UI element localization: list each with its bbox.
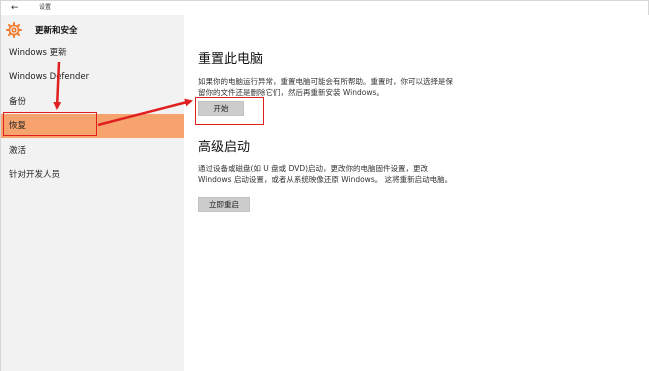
sidebar-item-recovery[interactable]: 恢复 (1, 114, 184, 138)
sidebar-item-activation[interactable]: 激活 (1, 139, 184, 163)
start-button[interactable]: 开始 (198, 101, 244, 116)
back-arrow-icon[interactable]: ← (11, 2, 19, 14)
reset-pc-heading: 重置此电脑 (198, 52, 264, 67)
sidebar-item-windows-update[interactable]: Windows 更新 (1, 41, 184, 65)
restart-now-button[interactable]: 立即重启 (198, 197, 250, 212)
window-title: 设置 (39, 4, 52, 11)
sidebar-item-backup[interactable]: 备份 (1, 90, 184, 114)
advanced-startup-description: 通过设备或磁盘(如 U 盘或 DVD)启动，更改你的电脑固件设置，更改 Wind… (198, 164, 453, 184)
title-bar: ← 设置 (1, 1, 648, 15)
reset-pc-description: 如果你的电脑运行异常，重置电脑可能会有所帮助。重置时，你可以选择是保留你的文件还… (198, 77, 453, 97)
sidebar: 更新和安全 Windows 更新 Windows Defender 备份 恢复 … (1, 15, 184, 371)
section-header: 更新和安全 (1, 20, 184, 42)
sidebar-item-windows-defender[interactable]: Windows Defender (1, 65, 184, 89)
advanced-startup-heading: 高级启动 (198, 140, 251, 155)
settings-window: ← 设置 更新和安全 Windows 更新 Windows Defender 备… (0, 0, 649, 371)
sidebar-item-for-developers[interactable]: 针对开发人员 (1, 163, 184, 187)
gear-icon (6, 22, 22, 38)
main-content: 重置此电脑 如果你的电脑运行异常，重置电脑可能会有所帮助。重置时，你可以选择是保… (184, 15, 649, 371)
section-title: 更新和安全 (35, 26, 78, 36)
